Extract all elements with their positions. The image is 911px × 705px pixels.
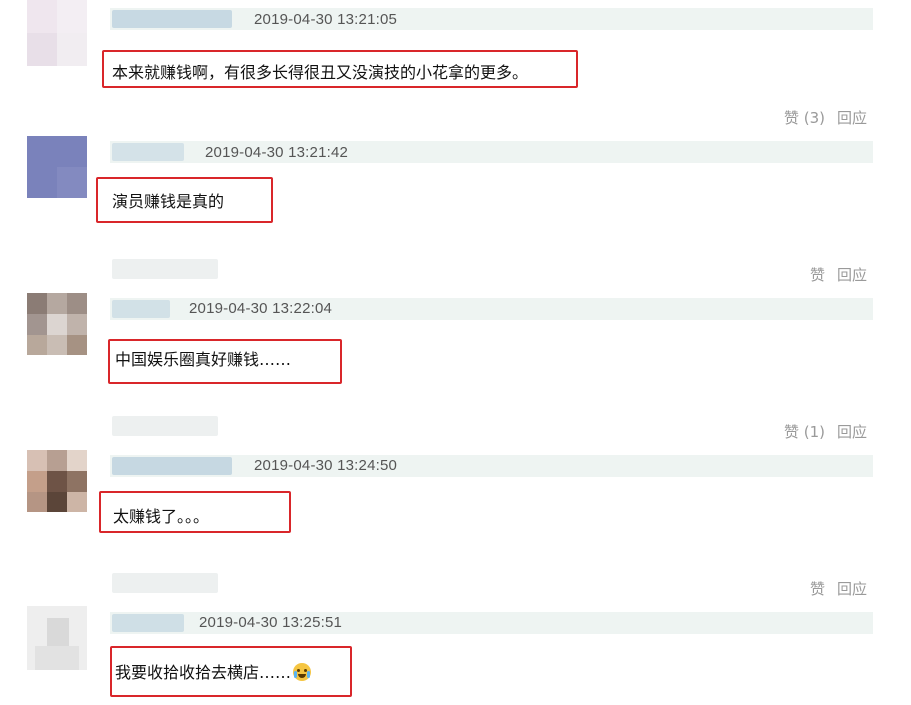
username[interactable] (112, 614, 184, 632)
comment-timestamp: 2019-04-30 13:25:51 (199, 614, 343, 631)
reply-button[interactable]: 回应 (837, 423, 867, 441)
like-button[interactable]: 赞 (810, 580, 825, 598)
reply-button[interactable]: 回应 (837, 109, 867, 127)
comment-text-content: 我要收拾收拾去横店…… (115, 663, 292, 682)
comment-text: 中国娱乐圈真好赚钱…… (115, 350, 292, 369)
reply-button[interactable]: 回应 (837, 580, 867, 598)
username[interactable] (112, 10, 232, 28)
comment-actions: 赞 (1) 回应 (784, 421, 867, 442)
comment-text: 我要收拾收拾去横店…… (115, 659, 312, 683)
comment-timestamp: 2019-04-30 13:21:42 (205, 144, 349, 161)
avatar[interactable] (27, 0, 87, 66)
comment-timestamp: 2019-04-30 13:21:05 (254, 11, 398, 28)
reply-button[interactable]: 回应 (837, 266, 867, 284)
avatar[interactable] (27, 450, 87, 512)
like-button[interactable]: 赞 (1) (784, 423, 825, 441)
comment-actions: 赞回应 (810, 264, 867, 285)
username (112, 259, 218, 279)
like-button[interactable]: 赞 (810, 266, 825, 284)
comment-text: 太赚钱了。。。 (113, 507, 210, 526)
like-button[interactable]: 赞 (3) (784, 109, 825, 127)
avatar[interactable] (27, 606, 87, 670)
username[interactable] (112, 300, 170, 318)
comment-text: 演员赚钱是真的 (112, 192, 225, 211)
comment-timestamp: 2019-04-30 13:24:50 (254, 457, 398, 474)
crying-face-icon (293, 663, 312, 681)
avatar[interactable] (27, 136, 87, 198)
username[interactable] (112, 457, 232, 475)
username[interactable] (112, 143, 184, 161)
comment-timestamp: 2019-04-30 13:22:04 (189, 300, 333, 317)
username (112, 573, 218, 593)
avatar[interactable] (27, 293, 87, 355)
comment-text: 本来就赚钱啊，有很多长得很丑又没演技的小花拿的更多。 (112, 63, 529, 82)
username (112, 416, 218, 436)
comment-actions: 赞回应 (810, 578, 867, 599)
comment-actions: 赞 (3) 回应 (784, 107, 867, 128)
